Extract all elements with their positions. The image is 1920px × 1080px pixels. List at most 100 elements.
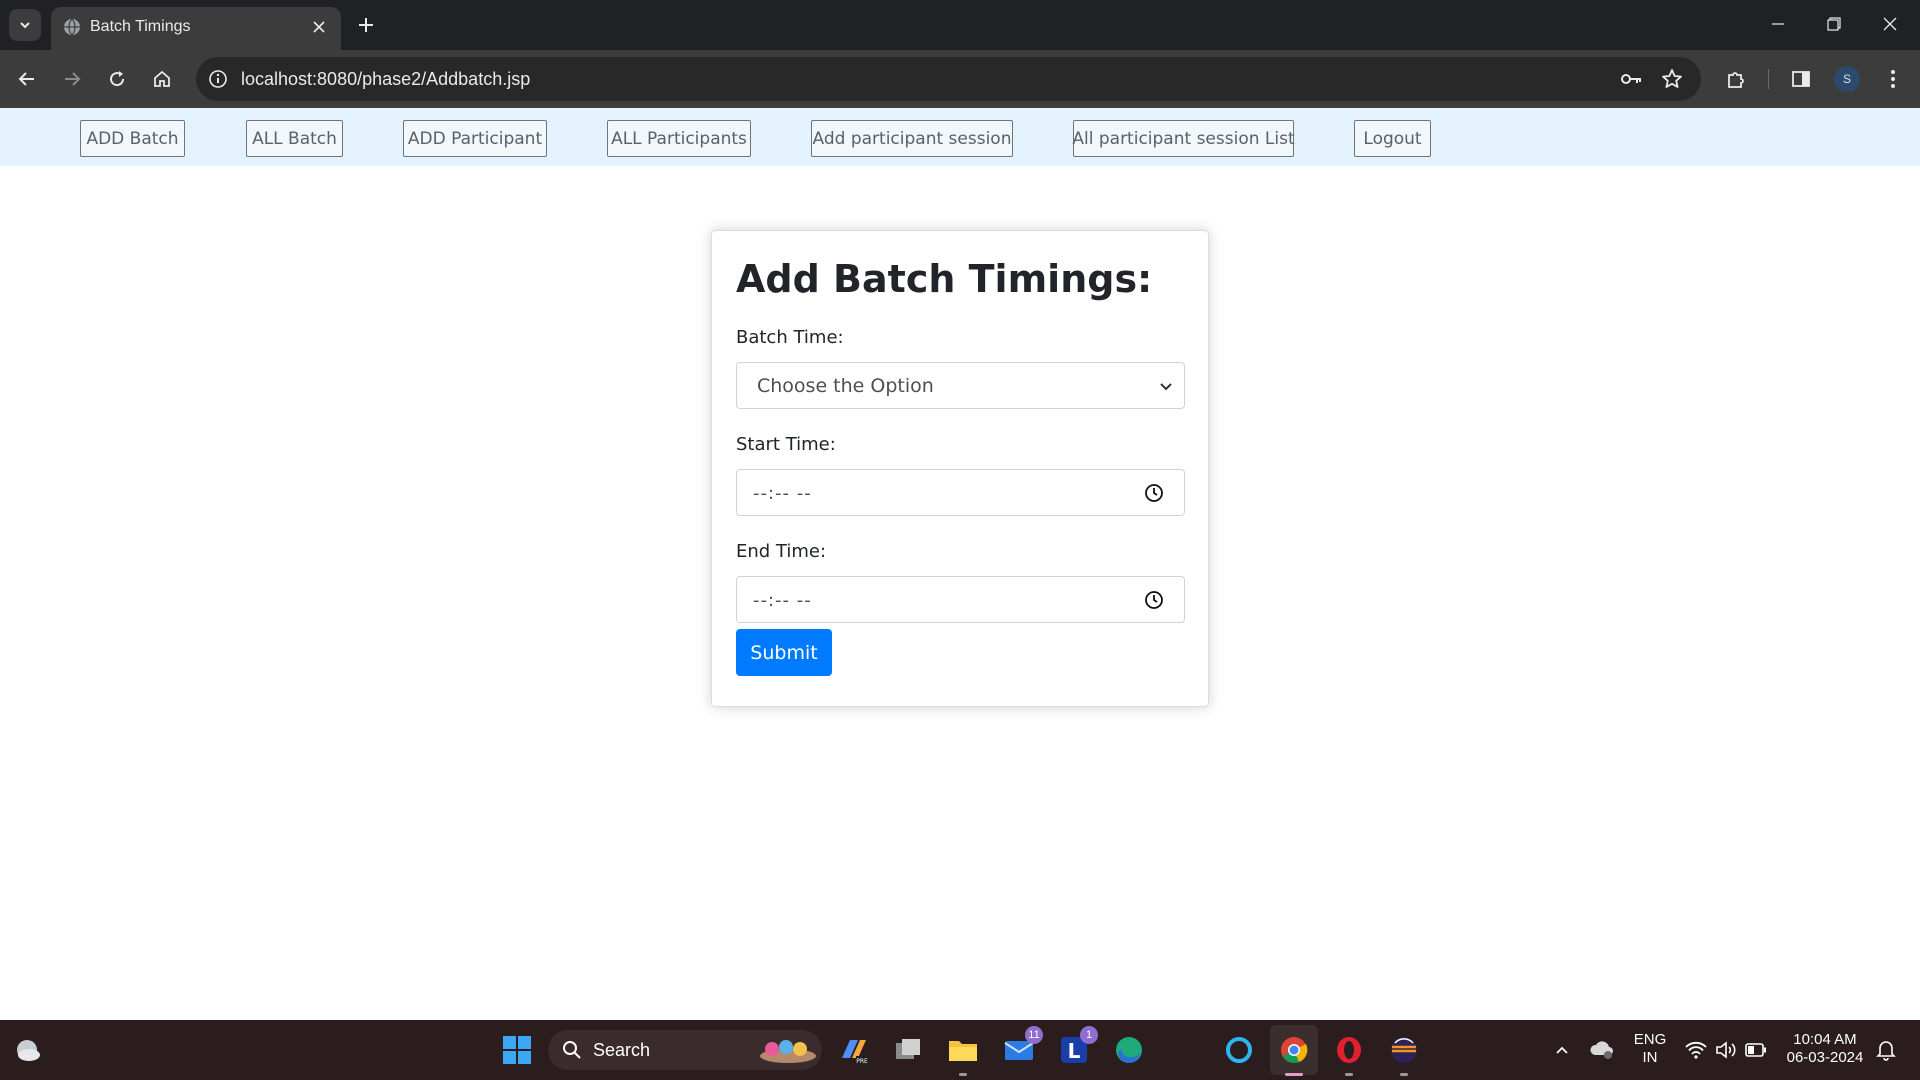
restore-icon bbox=[1827, 17, 1841, 31]
site-info-button[interactable] bbox=[206, 67, 230, 91]
browser-toolbar: localhost:8080/phase2/Addbatch.jsp S bbox=[0, 50, 1920, 108]
start-time-input[interactable]: --:-- -- bbox=[736, 469, 1185, 516]
page-title: Add Batch Timings: bbox=[736, 257, 1153, 301]
globe-icon bbox=[64, 18, 80, 36]
windows-logo-icon bbox=[503, 1036, 531, 1064]
show-hidden-icons-button[interactable] bbox=[1542, 1030, 1582, 1070]
side-panel-icon bbox=[1792, 71, 1810, 87]
restore-button[interactable] bbox=[1806, 0, 1862, 48]
nav-all-batch[interactable]: ALL Batch bbox=[246, 120, 343, 157]
language-code: ENG bbox=[1633, 1031, 1667, 1048]
taskbar-app-opera[interactable] bbox=[1329, 1030, 1369, 1076]
taskbar-app-mail[interactable]: 11 bbox=[999, 1026, 1043, 1070]
mail-badge: 11 bbox=[1025, 1026, 1043, 1044]
taskbar-app-chrome[interactable] bbox=[1274, 1030, 1314, 1076]
reload-icon bbox=[110, 71, 125, 87]
cloud-icon bbox=[17, 1040, 40, 1061]
task-view-icon bbox=[896, 1039, 920, 1059]
search-icon bbox=[563, 1041, 581, 1059]
avatar: S bbox=[1834, 66, 1860, 92]
end-time-input[interactable]: --:-- -- bbox=[736, 576, 1185, 623]
svg-text:L: L bbox=[1068, 1039, 1081, 1063]
close-tab-button[interactable] bbox=[307, 15, 331, 39]
plus-icon bbox=[359, 18, 373, 32]
svg-text:PRE: PRE bbox=[856, 1058, 868, 1065]
input-language[interactable]: ENG IN bbox=[1628, 1031, 1672, 1067]
start-time-value: --:-- -- bbox=[753, 483, 812, 504]
toolbar-divider bbox=[1768, 69, 1769, 89]
star-icon bbox=[1662, 69, 1682, 88]
loop-badge: 1 bbox=[1080, 1026, 1098, 1044]
active-tab[interactable]: Batch Timings bbox=[51, 7, 341, 50]
start-time-label: Start Time: bbox=[736, 434, 836, 455]
nav-add-batch[interactable]: ADD Batch bbox=[80, 120, 185, 157]
nav-add-participant-session[interactable]: Add participant session bbox=[811, 120, 1013, 157]
tab-title: Batch Timings bbox=[90, 18, 191, 35]
browser-menu-button[interactable] bbox=[1876, 62, 1910, 96]
profile-button[interactable]: S bbox=[1830, 62, 1864, 96]
site-navbar: ADD Batch ALL Batch ADD Participant ALL … bbox=[0, 108, 1920, 166]
kebab-menu-icon bbox=[1891, 70, 1895, 88]
minimize-button[interactable] bbox=[1750, 0, 1806, 48]
running-indicator bbox=[1285, 1073, 1303, 1076]
battery-tray-button[interactable] bbox=[1736, 1030, 1776, 1070]
close-icon bbox=[1883, 17, 1897, 31]
start-button[interactable] bbox=[497, 1030, 537, 1070]
new-tab-button[interactable] bbox=[350, 9, 382, 41]
nav-all-participant-session-list[interactable]: All participant session List bbox=[1072, 120, 1295, 157]
taskbar-app-edge[interactable] bbox=[1109, 1030, 1149, 1070]
arrow-right-icon bbox=[65, 72, 81, 86]
weather-widget[interactable] bbox=[8, 1030, 48, 1070]
end-time-value: --:-- -- bbox=[753, 590, 812, 611]
address-bar[interactable]: localhost:8080/phase2/Addbatch.jsp bbox=[196, 57, 1701, 101]
back-button[interactable] bbox=[10, 62, 44, 96]
nav-all-participants[interactable]: ALL Participants bbox=[607, 120, 751, 157]
clock-icon[interactable] bbox=[1144, 590, 1164, 610]
clock-time: 10:04 AM bbox=[1793, 1031, 1857, 1048]
end-time-label: End Time: bbox=[736, 541, 827, 562]
taskbar-search[interactable]: Search bbox=[548, 1030, 822, 1070]
cortana-icon bbox=[1226, 1037, 1252, 1063]
bell-icon bbox=[1876, 1041, 1896, 1061]
batch-time-select[interactable]: Choose the Option bbox=[736, 362, 1185, 409]
home-icon bbox=[154, 70, 170, 87]
taskbar-app-loop[interactable]: L 1 bbox=[1054, 1026, 1098, 1070]
reload-button[interactable] bbox=[100, 62, 134, 96]
nav-logout[interactable]: Logout bbox=[1354, 120, 1431, 157]
chevron-up-icon bbox=[1556, 1046, 1568, 1054]
extensions-button[interactable] bbox=[1719, 62, 1753, 96]
password-key-button[interactable] bbox=[1619, 67, 1643, 91]
clock-icon[interactable] bbox=[1144, 483, 1164, 503]
close-window-button[interactable] bbox=[1862, 0, 1918, 48]
notifications-button[interactable] bbox=[1866, 1030, 1906, 1070]
nav-add-participant[interactable]: ADD Participant bbox=[403, 120, 547, 157]
search-highlight-icon bbox=[760, 1040, 816, 1063]
taskbar-app-cortana[interactable] bbox=[1219, 1030, 1259, 1070]
side-panel-button[interactable] bbox=[1784, 62, 1818, 96]
batch-time-label: Batch Time: bbox=[736, 327, 844, 348]
arrow-left-icon bbox=[18, 72, 34, 86]
edge-icon bbox=[1116, 1037, 1142, 1063]
copilot-icon: PRE bbox=[842, 1040, 868, 1065]
submit-button[interactable]: Submit bbox=[736, 629, 832, 676]
taskbar-app-copilot[interactable]: PRE bbox=[834, 1030, 874, 1070]
search-label: Search bbox=[593, 1040, 651, 1060]
taskbar-app-taskview[interactable] bbox=[888, 1030, 928, 1070]
page-viewport: ADD Batch ALL Batch ADD Participant ALL … bbox=[0, 108, 1920, 1020]
close-icon bbox=[313, 21, 325, 33]
chevron-down-icon bbox=[20, 22, 30, 29]
bookmark-button[interactable] bbox=[1660, 67, 1684, 91]
onedrive-tray-button[interactable] bbox=[1582, 1030, 1622, 1070]
forward-button[interactable] bbox=[55, 62, 89, 96]
clock-area[interactable]: 10:04 AM 06-03-2024 bbox=[1782, 1031, 1868, 1067]
taskbar-app-eclipse[interactable] bbox=[1384, 1030, 1424, 1076]
taskbar-app-file-explorer[interactable] bbox=[943, 1030, 983, 1076]
puzzle-icon bbox=[1728, 72, 1744, 88]
tab-search-button[interactable] bbox=[9, 9, 41, 41]
eclipse-icon bbox=[1391, 1037, 1417, 1063]
home-button[interactable] bbox=[145, 62, 179, 96]
cloud-sync-icon bbox=[1590, 1041, 1613, 1059]
info-icon bbox=[209, 70, 227, 88]
url-text[interactable]: localhost:8080/phase2/Addbatch.jsp bbox=[241, 68, 530, 90]
running-indicator bbox=[1400, 1073, 1408, 1076]
